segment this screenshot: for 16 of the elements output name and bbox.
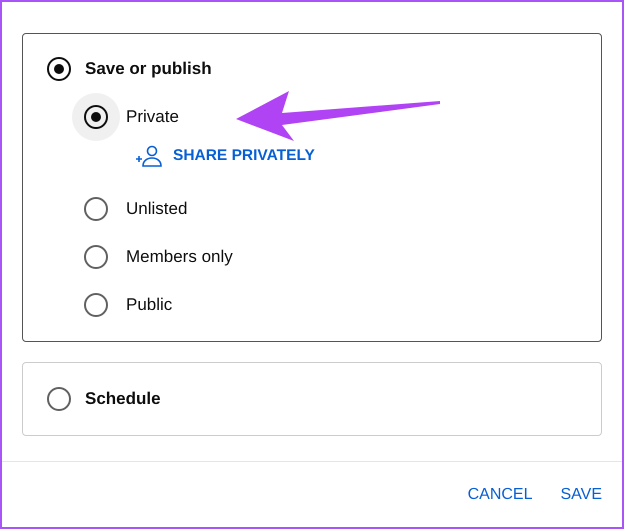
option-label: Members only	[126, 247, 233, 267]
radio-button[interactable]	[84, 293, 108, 317]
radio-button-checked[interactable]	[84, 105, 108, 129]
cancel-button[interactable]: CANCEL	[454, 482, 532, 508]
option-label: Save or publish	[85, 59, 212, 79]
option-label: Unlisted	[126, 199, 188, 219]
option-label: Schedule	[85, 389, 161, 409]
add-person-icon	[135, 145, 163, 167]
radio-button-checked[interactable]	[47, 57, 71, 81]
radio-button[interactable]	[84, 245, 108, 269]
save-button[interactable]: SAVE	[546, 482, 602, 508]
radio-button[interactable]	[84, 197, 108, 221]
radio-button[interactable]	[47, 387, 71, 411]
option-label: Private	[126, 107, 179, 127]
share-privately-button[interactable]: SHARE PRIVATELY	[135, 141, 315, 171]
option-label: Public	[126, 295, 172, 315]
